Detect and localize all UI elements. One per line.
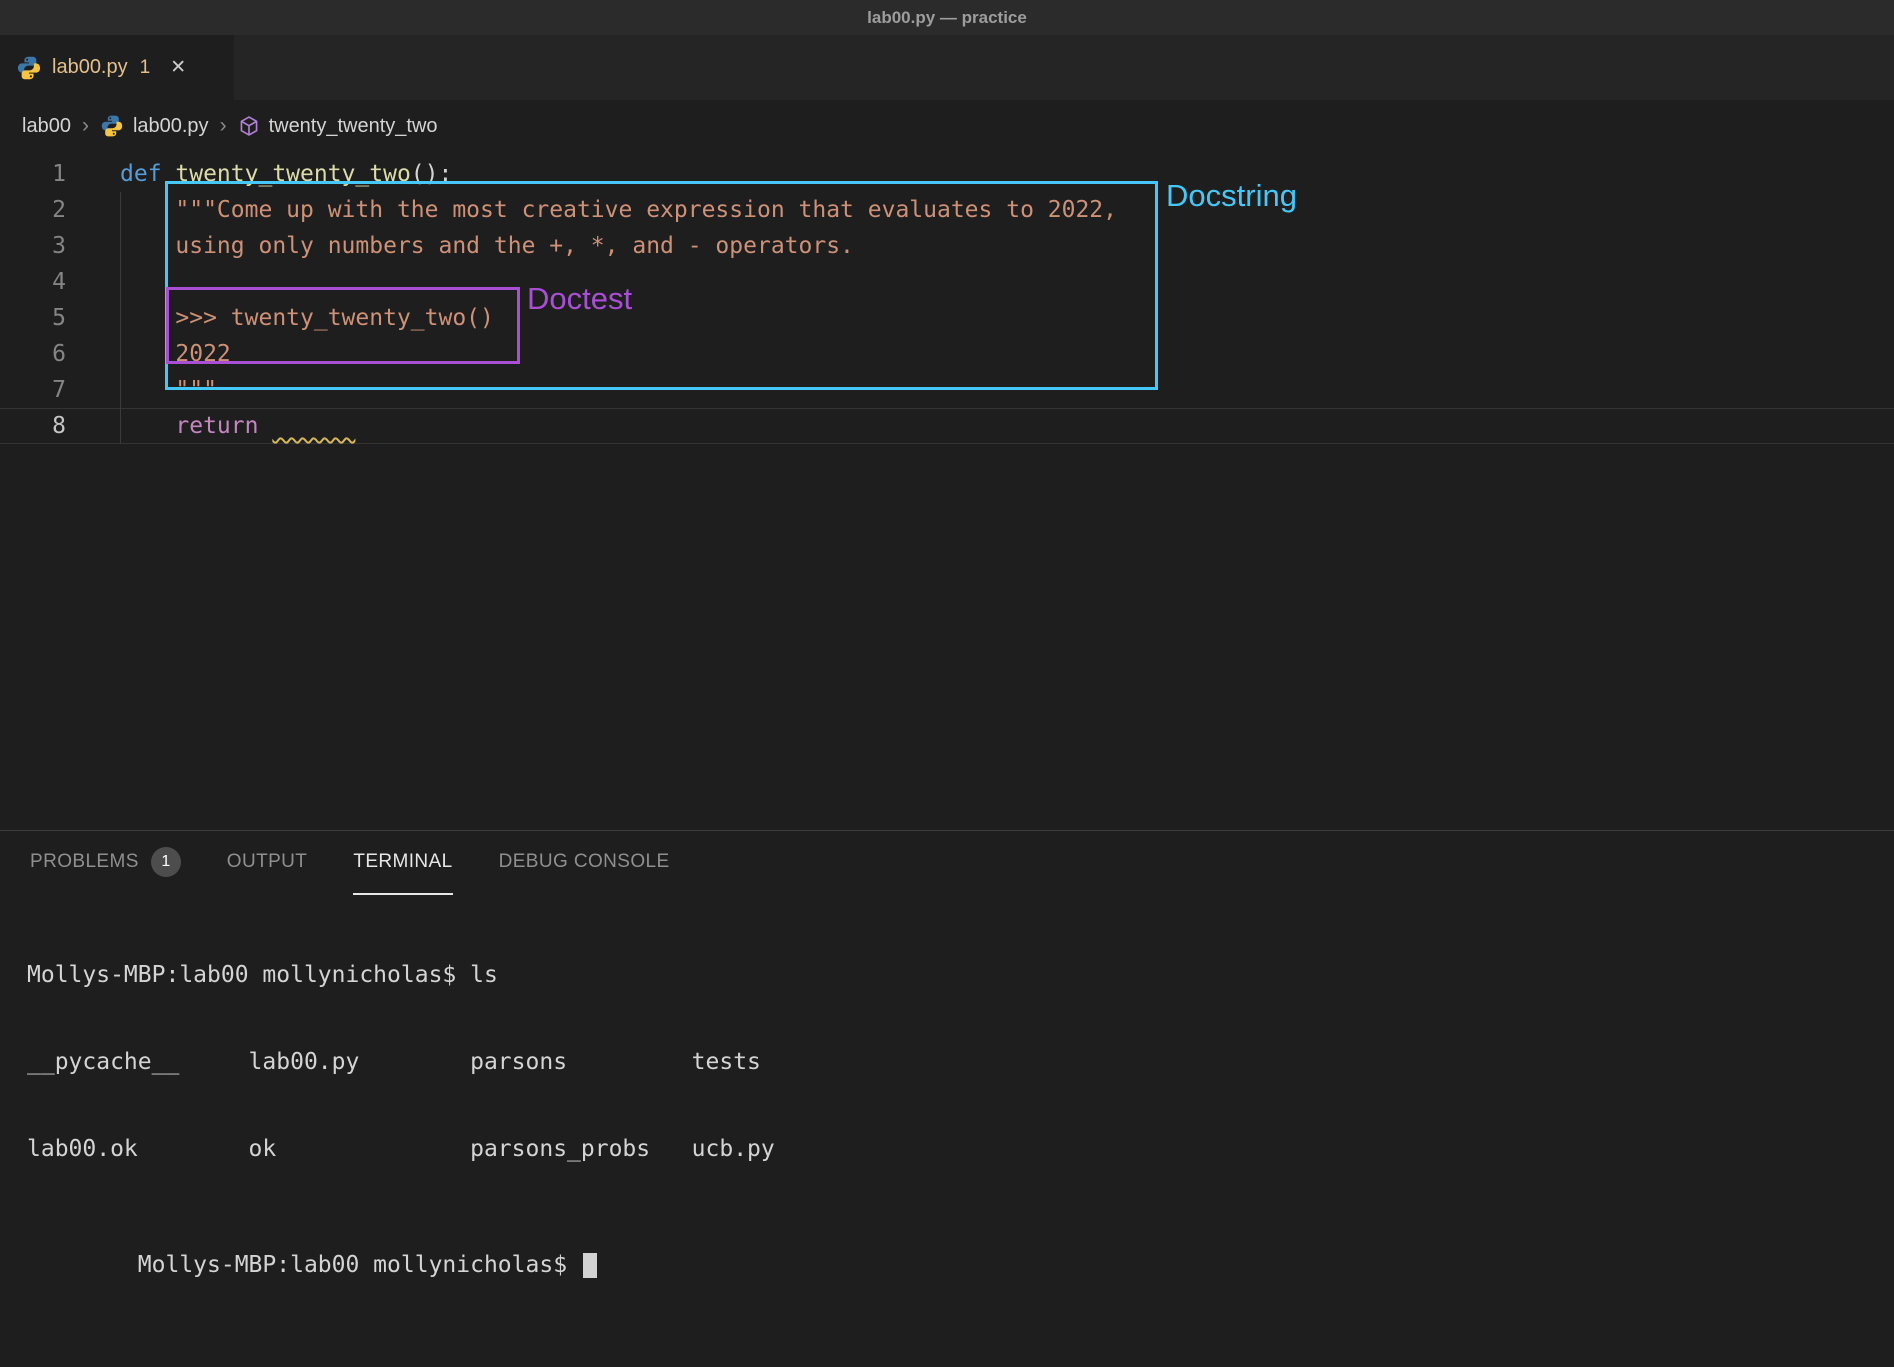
- code-text: 2022: [66, 336, 231, 372]
- line-number: 8: [0, 409, 66, 443]
- code-text: using only numbers and the +, *, and - o…: [66, 228, 854, 264]
- code-line-8-current[interactable]: 8 return: [0, 408, 1894, 444]
- terminal-line: Mollys-MBP:lab00 mollynicholas$ ls: [27, 961, 1894, 990]
- code-text: def twenty_twenty_two():: [66, 156, 452, 192]
- symbol-function-cube-icon: [238, 115, 260, 137]
- tab-output-label: OUTPUT: [227, 851, 308, 873]
- tab-problems[interactable]: PROBLEMS 1: [30, 831, 181, 895]
- line-number: 7: [0, 372, 66, 408]
- line-number: 1: [0, 156, 66, 192]
- code-line-6[interactable]: 6 2022: [0, 336, 1894, 372]
- line-number: 4: [0, 264, 66, 300]
- tab-problems-label: PROBLEMS: [30, 851, 139, 873]
- code-text: return: [66, 409, 355, 443]
- vscode-window: lab00.py — practice lab00.py 1 ✕ lab00 ›…: [0, 0, 1894, 1304]
- close-tab-icon[interactable]: ✕: [170, 56, 186, 79]
- python-icon: [100, 114, 124, 138]
- tab-terminal-label: TERMINAL: [353, 851, 452, 873]
- terminal-cursor: [583, 1253, 597, 1278]
- breadcrumb-file[interactable]: lab00.py: [133, 115, 209, 138]
- modified-count-badge: 1: [140, 57, 151, 79]
- terminal-prompt: Mollys-MBP:lab00 mollynicholas$: [138, 1252, 581, 1278]
- chevron-right-icon: ›: [82, 114, 89, 138]
- tab-bar: lab00.py 1 ✕: [0, 35, 1894, 100]
- code-text: [66, 264, 120, 300]
- tab-terminal[interactable]: TERMINAL: [353, 831, 452, 895]
- line-number: 3: [0, 228, 66, 264]
- breadcrumb-folder[interactable]: lab00: [22, 115, 71, 138]
- code-editor[interactable]: 1 def twenty_twenty_two(): 2 """Come up …: [0, 152, 1894, 830]
- indent-guide: [120, 192, 121, 444]
- window-title: lab00.py — practice: [867, 8, 1027, 28]
- code-text: """: [66, 372, 217, 408]
- terminal-line: lab00.ok ok parsons_probs ucb.py: [27, 1135, 1894, 1164]
- bottom-panel: PROBLEMS 1 OUTPUT TERMINAL DEBUG CONSOLE…: [0, 830, 1894, 1367]
- code-line-1[interactable]: 1 def twenty_twenty_two():: [0, 156, 1894, 192]
- breadcrumb: lab00 › lab00.py › twenty_twenty_two: [0, 100, 1894, 152]
- python-icon: [16, 55, 42, 81]
- editor-tab-lab00[interactable]: lab00.py 1 ✕: [0, 35, 234, 100]
- tab-debug-console[interactable]: DEBUG CONSOLE: [499, 831, 670, 895]
- code-line-7[interactable]: 7 """: [0, 372, 1894, 408]
- line-number: 6: [0, 336, 66, 372]
- title-bar: lab00.py — practice: [0, 0, 1894, 35]
- problems-count-badge: 1: [151, 847, 181, 877]
- code-text: """Come up with the most creative expres…: [66, 192, 1117, 228]
- code-text: >>> twenty_twenty_two(): [66, 300, 494, 336]
- code-line-4[interactable]: 4: [0, 264, 1894, 300]
- chevron-right-icon: ›: [220, 114, 227, 138]
- tab-output[interactable]: OUTPUT: [227, 831, 308, 895]
- code-line-2[interactable]: 2 """Come up with the most creative expr…: [0, 192, 1894, 228]
- line-number: 5: [0, 300, 66, 336]
- terminal[interactable]: Mollys-MBP:lab00 mollynicholas$ ls __pyc…: [0, 895, 1894, 1367]
- panel-tab-bar: PROBLEMS 1 OUTPUT TERMINAL DEBUG CONSOLE: [0, 831, 1894, 895]
- tab-debug-console-label: DEBUG CONSOLE: [499, 851, 670, 873]
- breadcrumb-symbol[interactable]: twenty_twenty_two: [269, 115, 438, 138]
- terminal-line: __pycache__ lab00.py parsons tests: [27, 1048, 1894, 1077]
- code-line-5[interactable]: 5 >>> twenty_twenty_two(): [0, 300, 1894, 336]
- line-number: 2: [0, 192, 66, 228]
- terminal-prompt-line: Mollys-MBP:lab00 mollynicholas$: [27, 1222, 1894, 1309]
- code-line-3[interactable]: 3 using only numbers and the +, *, and -…: [0, 228, 1894, 264]
- tab-label: lab00.py: [52, 56, 128, 79]
